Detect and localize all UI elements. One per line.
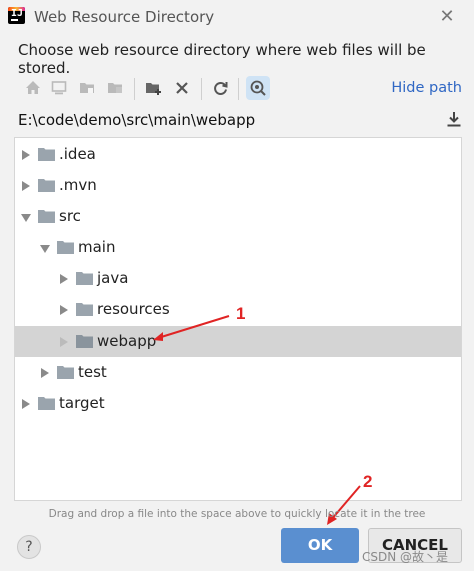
- help-button[interactable]: ?: [17, 535, 41, 559]
- intellij-idea-icon: IJ: [8, 7, 25, 24]
- delete-icon[interactable]: [171, 77, 193, 99]
- tree-node-java[interactable]: java: [15, 263, 461, 294]
- tree-node-label: .mvn: [59, 176, 97, 194]
- tree-node-main[interactable]: main: [15, 232, 461, 263]
- desktop-icon[interactable]: [48, 77, 70, 99]
- show-hidden-files-icon[interactable]: [246, 76, 270, 100]
- folder-icon: [76, 335, 93, 348]
- close-icon[interactable]: ✕: [437, 6, 457, 27]
- tree-node-mvn[interactable]: .mvn: [15, 170, 461, 201]
- tree-node-label: target: [59, 394, 105, 412]
- expand-arrow-icon[interactable]: [60, 274, 68, 284]
- tree-node-label: java: [97, 269, 129, 287]
- folder-icon: [38, 397, 55, 410]
- tree-node-label: src: [59, 207, 81, 225]
- expand-arrow-icon[interactable]: [41, 368, 49, 378]
- window-title: Web Resource Directory: [34, 8, 215, 26]
- title-bar: IJ Web Resource Directory ✕: [0, 0, 474, 34]
- tree-node-idea[interactable]: .idea: [15, 139, 461, 170]
- tree-node-label: main: [78, 238, 116, 256]
- tree-node-target[interactable]: target: [15, 388, 461, 419]
- tree-node-test[interactable]: test: [15, 357, 461, 388]
- annotation-marker-1: 1: [236, 304, 246, 323]
- expand-arrow-icon[interactable]: [22, 150, 30, 160]
- home-icon[interactable]: [22, 77, 44, 99]
- tree-node-label: .idea: [59, 145, 96, 163]
- tree-node-label: webapp: [97, 332, 157, 350]
- folder-icon: [38, 148, 55, 161]
- project-folder-icon[interactable]: [76, 77, 98, 99]
- dialog-prompt: Choose web resource directory where web …: [18, 41, 426, 77]
- hide-path-link[interactable]: Hide path: [391, 80, 462, 96]
- folder-icon: [76, 272, 93, 285]
- annotation-marker-2: 2: [363, 472, 373, 491]
- expand-arrow-icon[interactable]: [22, 181, 30, 191]
- expand-arrow-icon[interactable]: [60, 337, 68, 347]
- path-field[interactable]: E:\code\demo\src\main\webapp: [18, 109, 464, 133]
- tree-node-label: resources: [97, 300, 170, 318]
- drag-drop-hint: Drag and drop a file into the space abov…: [48, 508, 426, 520]
- expand-arrow-icon[interactable]: [22, 399, 30, 409]
- toolbar: Hide path: [18, 74, 464, 104]
- tree-node-webapp[interactable]: webapp: [15, 326, 461, 357]
- watermark: CSDN @故丶是: [362, 550, 449, 564]
- collapse-arrow-icon[interactable]: [40, 245, 50, 253]
- folder-icon: [38, 210, 55, 223]
- refresh-icon[interactable]: [209, 77, 231, 99]
- folder-icon: [38, 179, 55, 192]
- path-value: E:\code\demo\src\main\webapp: [18, 111, 256, 129]
- folder-icon: [57, 366, 74, 379]
- ok-button[interactable]: OK: [281, 528, 359, 563]
- new-folder-icon[interactable]: [143, 77, 165, 99]
- folder-icon: [76, 303, 93, 316]
- module-folder-icon[interactable]: [104, 77, 126, 99]
- download-icon[interactable]: [446, 111, 462, 132]
- expand-arrow-icon[interactable]: [60, 305, 68, 315]
- tree-node-label: test: [78, 363, 107, 381]
- collapse-arrow-icon[interactable]: [21, 214, 31, 222]
- folder-icon: [57, 241, 74, 254]
- tree-node-src[interactable]: src: [15, 201, 461, 232]
